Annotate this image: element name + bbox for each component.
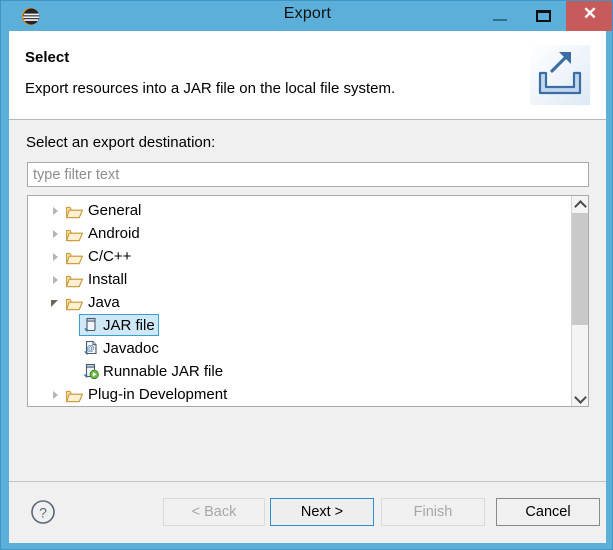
scroll-up-button[interactable] [572, 196, 588, 213]
folder-icon [66, 272, 83, 288]
tree-item-label: Install [88, 271, 128, 288]
scrollbar-thumb[interactable] [572, 213, 588, 325]
tree-collapsed-arrow-icon[interactable] [48, 222, 64, 245]
tree-collapsed-arrow-icon[interactable] [48, 199, 64, 222]
tree-list: General Android C/C++ Install Java JAR file @ J… [28, 199, 568, 406]
folder-icon [66, 203, 83, 219]
folder-icon [66, 226, 83, 242]
export-destination-tree[interactable]: General Android C/C++ Install Java JAR file @ J… [27, 195, 589, 407]
tree-item-c-c[interactable]: C/C++ [28, 245, 568, 268]
close-button[interactable]: ✕ [566, 1, 612, 31]
title-bar: Export ✕ [1, 1, 612, 31]
tree-item-javadoc[interactable]: @ Javadoc [28, 337, 568, 360]
javadoc-icon: @ [82, 340, 99, 357]
tree-item-general[interactable]: General [28, 199, 568, 222]
tree-item-android[interactable]: Android [28, 222, 568, 245]
triangle-icon [53, 207, 58, 215]
finish-button[interactable]: Finish [381, 498, 485, 526]
tree-item-label: JAR file [103, 317, 155, 334]
triangle-icon [53, 276, 58, 284]
folder-icon [66, 387, 83, 403]
help-button[interactable]: ? [30, 499, 56, 525]
tree-collapsed-arrow-icon[interactable] [48, 245, 64, 268]
wizard-header: Select Export resources into a JAR file … [9, 31, 606, 120]
minimize-icon [493, 19, 507, 21]
tree-item-label: Javadoc [103, 340, 159, 357]
dialog-footer: ? < Back Next > Finish Cancel [9, 481, 606, 543]
page-description: Export resources into a JAR file on the … [25, 80, 396, 97]
folder-icon [66, 295, 83, 311]
scroll-down-button[interactable] [572, 389, 588, 406]
tree-item-runnable-jar-file[interactable]: Runnable JAR file [28, 360, 568, 383]
filter-input[interactable] [27, 162, 589, 187]
tree-collapsed-arrow-icon[interactable] [48, 268, 64, 291]
tree-collapsed-arrow-icon[interactable] [48, 383, 64, 406]
runnable-jar-icon [82, 363, 99, 380]
svg-text:?: ? [39, 505, 47, 521]
tree-item-label: General [88, 202, 142, 219]
tree-item-plug-in-development[interactable]: Plug-in Development [28, 383, 568, 406]
close-icon: ✕ [582, 4, 598, 23]
tree-item-label: C/C++ [88, 248, 132, 265]
destination-label: Select an export destination: [26, 134, 216, 151]
tree-item-label: Android [88, 225, 140, 242]
cancel-button[interactable]: Cancel [496, 498, 600, 526]
triangle-icon [51, 300, 58, 307]
minimize-button[interactable] [478, 1, 522, 31]
tree-item-label: Plug-in Development [88, 386, 228, 403]
page-title: Select [25, 49, 70, 66]
tree-item-label: Runnable JAR file [103, 363, 224, 380]
tree-item-java[interactable]: Java [28, 291, 568, 314]
dialog-body: Select an export destination: General And… [9, 120, 606, 481]
export-wizard-icon [530, 45, 590, 105]
tree-item-label: Java [88, 294, 120, 311]
tree-expanded-arrow-icon[interactable] [48, 291, 64, 314]
folder-icon [66, 249, 83, 265]
triangle-icon [53, 391, 58, 399]
tree-item-jar-file[interactable]: JAR file [28, 314, 568, 337]
maximize-button[interactable] [522, 1, 566, 31]
next-button[interactable]: Next > [270, 498, 374, 526]
tree-item-install[interactable]: Install [28, 268, 568, 291]
scrollbar-track[interactable] [572, 213, 588, 389]
jar-file-icon [82, 317, 99, 334]
tree-scrollbar[interactable] [571, 196, 588, 406]
chevron-up-icon [574, 200, 587, 213]
chevron-down-icon [574, 391, 587, 404]
export-dialog-window: Export ✕ Select Export resources into a … [0, 0, 613, 550]
svg-text:@: @ [86, 344, 94, 353]
triangle-icon [53, 230, 58, 238]
triangle-icon [53, 253, 58, 261]
maximize-icon [536, 10, 551, 22]
back-button[interactable]: < Back [163, 498, 265, 526]
